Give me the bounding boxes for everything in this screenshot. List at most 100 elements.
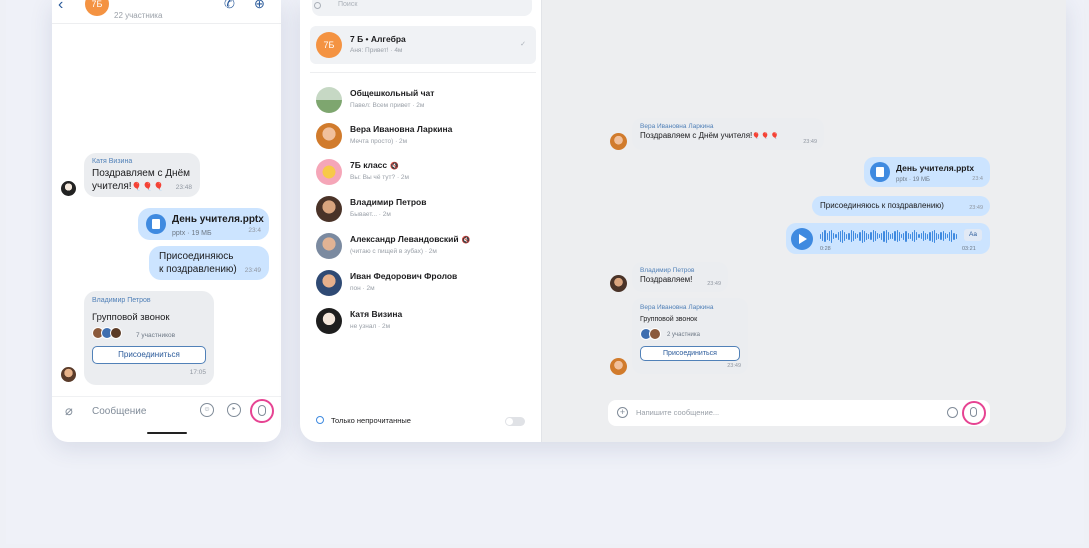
message-input[interactable]: Напишите сообщение... [636,408,719,417]
waveform-bar [857,234,859,238]
message-input[interactable]: Сообщение [92,406,146,417]
waveform-bar [820,233,822,239]
message-author[interactable]: Вера Ивановна Ларкина [640,303,714,312]
conversation-panel: Вера Ивановна Ларкина Поздравляем с Днём… [542,0,1066,442]
waveform[interactable] [820,229,957,243]
chat-item[interactable]: Иван Федорович Фролов пон · 2м [310,266,536,302]
waveform-bar [946,234,949,238]
join-call-button[interactable]: Присоединиться [640,346,740,361]
waveform-bar [865,232,868,240]
waveform-bar [852,231,854,241]
chat-item[interactable]: Катя Визина не узнал · 2м [310,304,536,340]
microphone-icon[interactable] [258,405,266,416]
chat-preview: (читаю с пищей в зубах) · 2м [350,248,437,255]
chat-preview: Бывает... · 2м [350,211,391,218]
balloon-emoji: 🎈🎈🎈 [752,133,780,140]
avatar[interactable] [610,358,627,375]
avatar[interactable] [610,133,627,150]
chat-item[interactable]: Александр Левандовский 🔇 (читаю с пищей в… [310,229,536,265]
voice-duration: 03:21 [962,246,976,252]
search-input[interactable]: Поиск [312,0,532,16]
chat-preview: не узнал · 2м [350,323,391,330]
chat-avatar [316,233,342,259]
chat-item[interactable]: Владимир Петров Бывает... · 2м [310,192,536,228]
waveform-bar [850,230,852,242]
waveform-bar [935,232,938,240]
attach-icon[interactable]: ⌀ [65,403,73,419]
waveform-bar [828,231,830,241]
waveform-bar [933,229,935,243]
waveform-bar [927,233,929,239]
chat-item-selected[interactable]: 7Б 7 Б • Алгебра Аня: Привет! · 4м ✓ [310,26,536,64]
chat-avatar [316,123,342,149]
play-icon[interactable] [791,228,813,250]
chat-avatar[interactable]: 7Б [85,0,109,16]
message-time: 17:05 [189,369,206,376]
chat-preview: Мечта просто) · 2м [350,138,408,145]
emoji-icon[interactable]: ☺ [200,403,214,417]
message-bubble[interactable]: Присоединяюсь к поздравлению) 23:49 [149,246,269,280]
avatar[interactable] [610,275,627,292]
search-icon [314,2,321,9]
microphone-icon[interactable] [970,407,977,417]
voice-elapsed: 0:28 [820,246,831,252]
chat-avatar [316,159,342,185]
chat-item[interactable]: 7Б класс 🔇 Вы: Вы чё тут? · 2м [310,155,536,191]
waveform-bar [896,230,898,242]
tablet-messenger-window: Поиск 7Б 7 Б • Алгебра Аня: Привет! · 4м… [300,0,1066,442]
message-time: 23:48 [175,184,192,191]
message-time: 23:49 [969,205,983,211]
call-icon[interactable]: ✆ [224,0,235,12]
sticker-icon[interactable]: ▸ [227,403,241,417]
waveform-bar [922,231,924,241]
add-member-icon[interactable]: ⊕ [254,0,265,12]
message-bubble[interactable]: Владимир Петров Поздравляем! 23:49 [632,262,728,292]
waveform-bar [887,232,889,240]
message-bubble[interactable]: Катя Визина Поздравляем с Днём учителя!🎈… [84,153,200,197]
waveform-bar [830,229,833,243]
waveform-bar [951,230,953,242]
chat-preview: Аня: Привет! · 4м [350,47,403,54]
back-arrow-icon[interactable]: ‹ [58,0,63,14]
join-call-button[interactable]: Присоединиться [92,346,206,364]
unread-toggle[interactable] [505,417,525,426]
chat-name: Вера Ивановна Ларкина [350,124,453,134]
call-title: Групповой звонок [640,316,698,323]
voice-message[interactable]: 0:28 Aa 03:21 [786,223,990,254]
waveform-bar [826,232,828,240]
chat-preview: Вы: Вы чё тут? · 2м [350,174,409,181]
add-attachment-icon[interactable]: + [617,407,628,418]
chat-preview: пон · 2м [350,285,375,292]
chat-item[interactable]: Общешкольный чат Павел: Всем привет · 2м [310,83,536,119]
message-author[interactable]: Владимир Петров [92,296,151,306]
avatar[interactable] [60,180,77,197]
message-author[interactable]: Вера Ивановна Ларкина [640,122,816,131]
waveform-bar [938,233,940,239]
message-author[interactable]: Владимир Петров [640,266,720,275]
waveform-bar [881,232,883,240]
avatar[interactable] [60,366,77,383]
chat-item[interactable]: Вера Ивановна Ларкина Мечта просто) · 2м [310,119,536,155]
message-author[interactable]: Катя Визина [92,157,192,167]
waveform-bar [841,229,844,243]
file-name[interactable]: День учителя.pptx [896,163,974,173]
waveform-bar [918,234,920,238]
emoji-icon[interactable] [947,407,958,418]
file-message[interactable]: День учителя.pptx pptx · 19 МБ 23:4 [864,157,990,187]
waveform-bar [863,230,865,242]
waveform-bar [876,233,879,239]
message-bubble[interactable]: Присоединяюсь к поздравлению) 23:49 [812,196,990,216]
waveform-bar [903,232,905,240]
file-info: pptx · 19 МБ [172,230,212,237]
message-composer[interactable]: + Напишите сообщение... [608,400,990,426]
transcribe-button[interactable]: Aa [964,229,982,241]
waveform-bar [911,231,914,241]
balloon-emoji: 🎈🎈🎈 [131,182,165,191]
message-bubble[interactable]: Вера Ивановна Ларкина Поздравляем с Днём… [632,118,824,150]
waveform-bar [914,230,916,242]
message-time: 23:4 [248,227,261,234]
message-text: Поздравляем с Днём [92,168,191,179]
chat-preview: Павел: Всем привет · 2м [350,102,425,109]
document-icon [870,162,890,182]
file-message[interactable]: День учителя.pptx pptx · 19 МБ 23:4 [138,208,269,240]
